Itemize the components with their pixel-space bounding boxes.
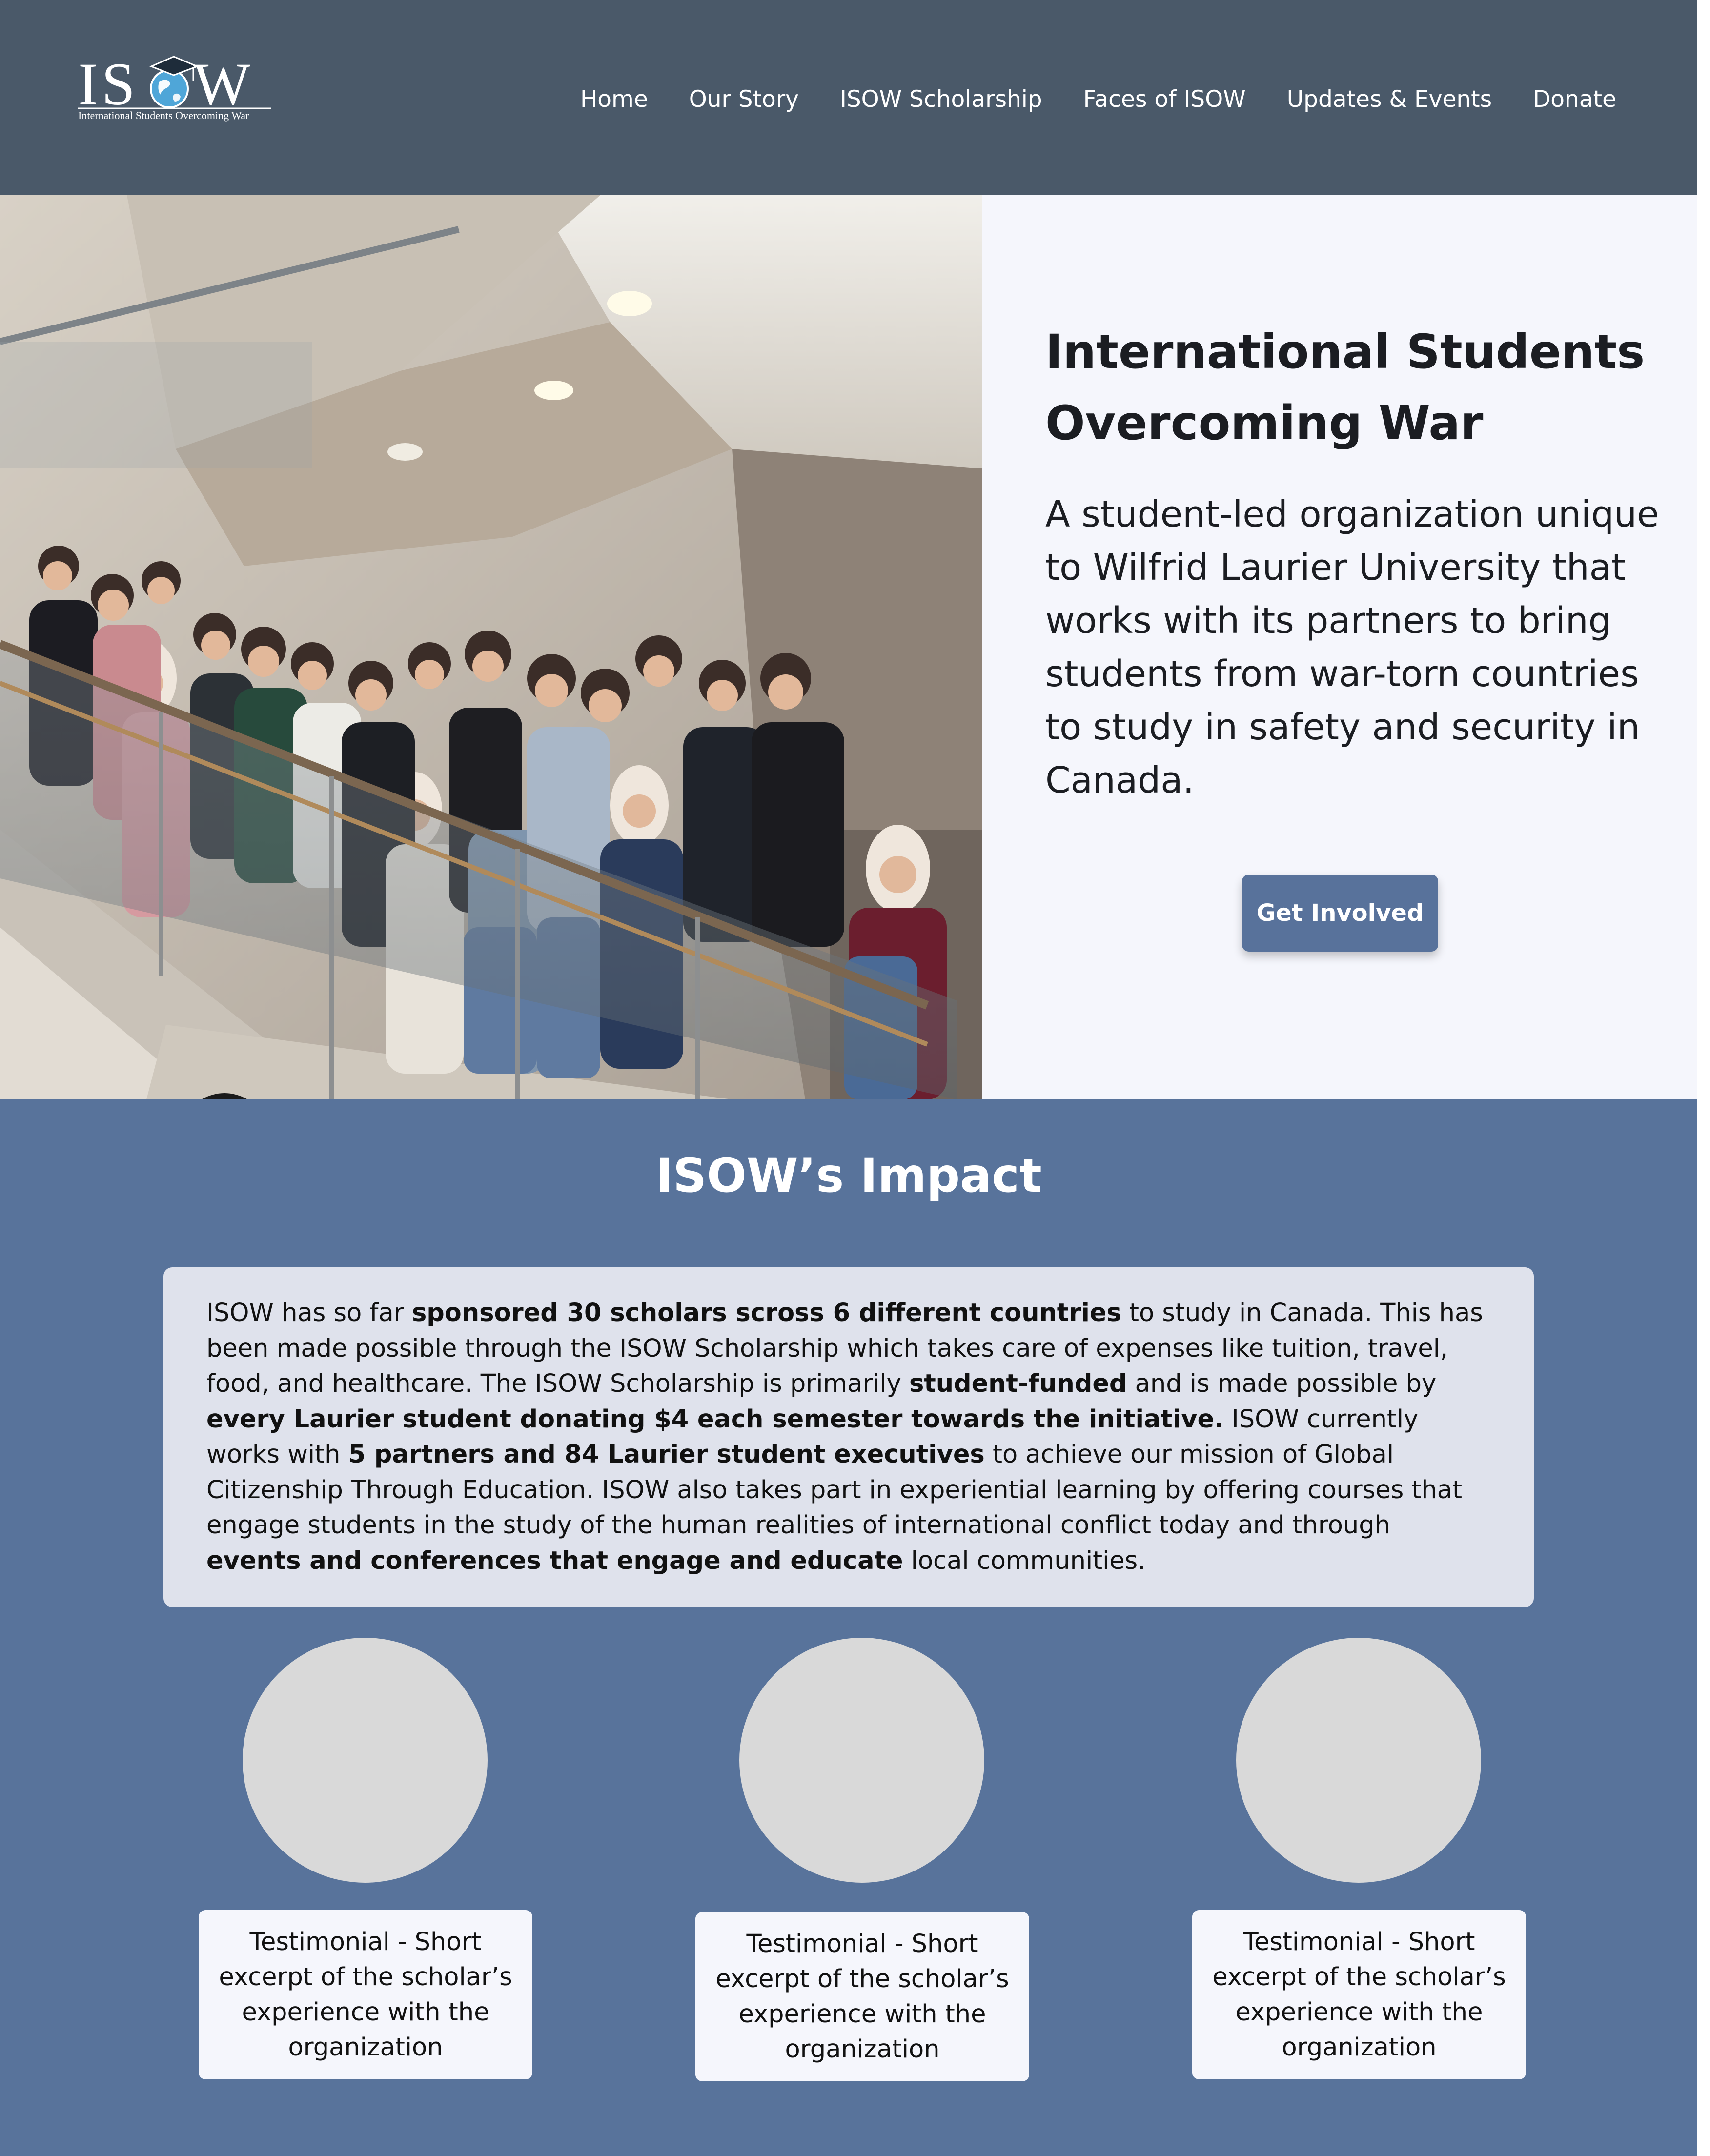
nav-updates-events[interactable]: Updates & Events bbox=[1287, 86, 1492, 113]
scholar-avatar-placeholder bbox=[739, 1638, 984, 1883]
impact-text-part: local communities. bbox=[903, 1546, 1146, 1575]
impact-text-part: and is made possible by bbox=[1127, 1369, 1437, 1398]
hero-description: A student-led organization unique to Wil… bbox=[1045, 493, 1659, 801]
impact-highlight: every Laurier student donating $4 each s… bbox=[206, 1404, 1224, 1434]
testimonial-text: Testimonial - Short excerpt of the schol… bbox=[219, 1927, 512, 2062]
testimonial-text: Testimonial - Short excerpt of the schol… bbox=[1212, 1927, 1506, 2062]
logo-tagline: International Students Overcoming War bbox=[78, 109, 249, 122]
testimonial-text: Testimonial - Short excerpt of the schol… bbox=[715, 1929, 1009, 2064]
nav-home[interactable]: Home bbox=[580, 86, 648, 113]
nav-our-story[interactable]: Our Story bbox=[689, 86, 799, 113]
hero-group-photo bbox=[0, 195, 982, 1099]
svg-text:I: I bbox=[78, 52, 98, 110]
impact-highlight: sponsored 30 scholars scross 6 different… bbox=[411, 1299, 1121, 1327]
testimonial-card: Testimonial - Short excerpt of the schol… bbox=[1192, 1910, 1526, 2079]
svg-text:S: S bbox=[102, 52, 135, 110]
site-header: I S W International Students Overcoming … bbox=[0, 0, 1697, 195]
get-involved-button[interactable]: Get Involved bbox=[1242, 875, 1438, 952]
nav-donate[interactable]: Donate bbox=[1533, 86, 1616, 113]
scholar-avatar-placeholder bbox=[1236, 1638, 1481, 1883]
testimonial-card: Testimonial - Short excerpt of the schol… bbox=[695, 1912, 1029, 2081]
impact-title: ISOW’s Impact bbox=[655, 1148, 1042, 1203]
hero-text-panel: International Students Overcoming War A … bbox=[982, 195, 1697, 1099]
scholar-avatar-placeholder bbox=[243, 1638, 488, 1883]
hero-title: International Students Overcoming War bbox=[1045, 325, 1645, 450]
impact-summary-card: ISOW has so far sponsored 30 scholars sc… bbox=[163, 1267, 1534, 1607]
svg-text:W: W bbox=[193, 52, 250, 110]
impact-highlight: student-funded bbox=[909, 1369, 1127, 1398]
logo-mark-icon: I S W bbox=[78, 52, 271, 110]
page-scroll-track[interactable] bbox=[1697, 0, 1710, 2156]
main-nav: Home Our Story ISOW Scholarship Faces of… bbox=[539, 86, 1616, 113]
nav-isow-scholarship[interactable]: ISOW Scholarship bbox=[840, 86, 1042, 113]
impact-paragraph: ISOW has so far sponsored 30 scholars sc… bbox=[206, 1296, 1491, 1579]
impact-section: ISOW’s Impact ISOW has so far sponsored … bbox=[0, 1099, 1697, 2156]
group-photo-illustration bbox=[0, 195, 982, 1099]
testimonial-card: Testimonial - Short excerpt of the schol… bbox=[199, 1910, 532, 2079]
isow-logo[interactable]: I S W International Students Overcoming … bbox=[78, 52, 273, 125]
nav-faces-of-isow[interactable]: Faces of ISOW bbox=[1083, 86, 1246, 113]
impact-highlight: 5 partners and 84 Laurier student execut… bbox=[348, 1440, 985, 1469]
impact-text-part: ISOW has so far bbox=[206, 1299, 412, 1327]
impact-highlight: events and conferences that engage and e… bbox=[206, 1546, 903, 1575]
